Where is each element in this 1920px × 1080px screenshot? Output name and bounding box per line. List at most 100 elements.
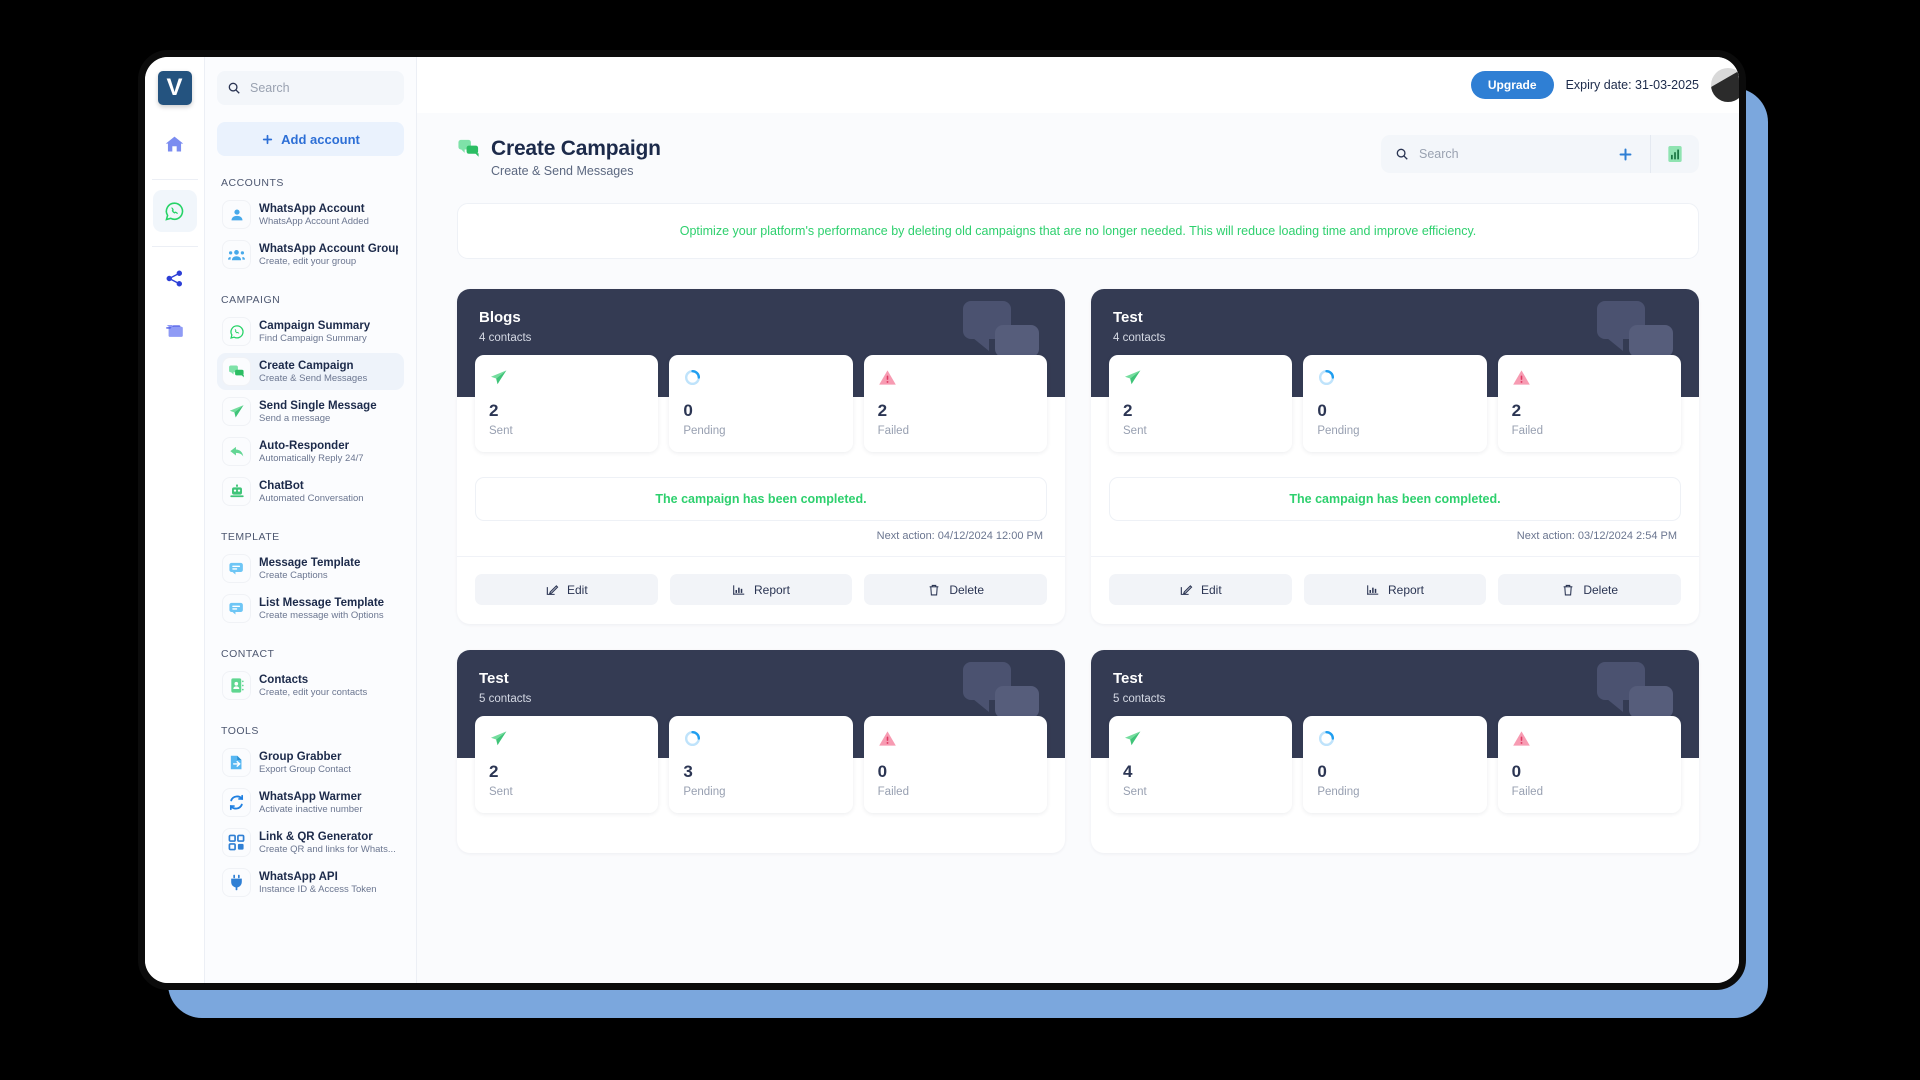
export-file-icon — [223, 749, 250, 776]
sidebar-item-title: Contacts — [259, 673, 309, 686]
campaign-search-input[interactable]: Search — [1381, 147, 1601, 161]
plus-icon — [261, 133, 274, 146]
sidebar-group-label: TOOLS — [221, 725, 259, 737]
stat-failed-value: 2 — [877, 401, 888, 420]
page-title: Create Campaign — [491, 137, 661, 160]
warning-triangle-icon — [878, 729, 1033, 749]
sidebar: Search Add account ACCOUNTS WhatsApp Acco… — [205, 57, 417, 983]
stat-failed-value: 2 — [1511, 401, 1522, 420]
report-button[interactable]: Report — [1303, 574, 1487, 605]
stat-sent-label: Sent — [1123, 425, 1147, 437]
sidebar-item-subtitle: Export Group Contact — [259, 763, 351, 775]
sidebar-item-send-single-message[interactable]: Send Single Message Send a message — [217, 393, 404, 430]
stat-pending: 0 Pending — [1303, 355, 1487, 452]
sidebar-item-title: WhatsApp API — [259, 870, 338, 883]
upgrade-button[interactable]: Upgrade — [1470, 71, 1554, 99]
sidebar-group-label: TEMPLATE — [221, 531, 280, 543]
sidebar-item-auto-responder[interactable]: Auto-Responder Automatically Reply 24/7 — [217, 433, 404, 470]
campaign-status-box: The campaign has been completed. — [1109, 477, 1681, 521]
spinner-icon — [683, 368, 838, 388]
user-icon — [223, 201, 250, 228]
spreadsheet-icon — [1667, 145, 1683, 163]
stat-failed-value: 0 — [877, 762, 888, 781]
avatar[interactable] — [1711, 68, 1739, 102]
rail-item-share[interactable] — [153, 257, 197, 299]
sidebar-item-subtitle: Create QR and links for Whats... — [259, 843, 396, 855]
report-button-label: Report — [1387, 582, 1425, 597]
chat-bubbles-icon — [457, 137, 480, 178]
warning-triangle-icon — [1512, 729, 1667, 749]
campaign-next-action: Next action: 04/12/2024 12:00 PM — [876, 530, 1043, 542]
sidebar-item-chatbot[interactable]: ChatBot Automated Conversation — [217, 473, 404, 510]
sidebar-item-contacts[interactable]: Contacts Create, edit your contacts — [217, 667, 404, 704]
sidebar-group-label: CONTACT — [221, 648, 275, 660]
stat-pending-label: Pending — [683, 425, 726, 437]
stat-pending-label: Pending — [1317, 786, 1360, 798]
sidebar-item-whatsapp-account[interactable]: WhatsApp Account WhatsApp Account Added — [217, 196, 404, 233]
sidebar-item-link-qr-generator[interactable]: Link & QR Generator Create QR and links f… — [217, 824, 404, 861]
sidebar-item-title: Send Single Message — [259, 399, 377, 412]
sidebar-item-title: WhatsApp Account Group — [259, 242, 398, 255]
reply-arrow-icon — [223, 438, 250, 465]
sidebar-search[interactable]: Search — [217, 71, 404, 105]
sidebar-item-list-message-template[interactable]: List Message Template Create message with… — [217, 590, 404, 627]
edit-button[interactable]: Edit — [475, 574, 658, 605]
sidebar-item-subtitle: WhatsApp Account Added — [259, 215, 369, 227]
sidebar-item-whatsapp-warmer[interactable]: WhatsApp Warmer Activate inactive number — [217, 784, 404, 821]
robot-icon — [223, 478, 250, 505]
chat-bubbles-icon — [223, 358, 250, 385]
list-message-icon — [223, 595, 250, 622]
sidebar-item-subtitle: Automated Conversation — [259, 492, 364, 504]
rail-item-home[interactable] — [153, 123, 197, 165]
stat-failed: 0 Failed — [863, 716, 1047, 813]
warning-triangle-icon — [1512, 368, 1667, 388]
add-campaign-button[interactable] — [1601, 146, 1650, 163]
users-icon — [223, 241, 250, 268]
sidebar-item-subtitle: Create & Send Messages — [259, 372, 368, 384]
home-icon — [164, 134, 185, 155]
sidebar-group-label: CAMPAIGN — [221, 294, 281, 306]
export-excel-button[interactable] — [1651, 145, 1699, 163]
stat-pending: 3 Pending — [669, 716, 853, 813]
sidebar-item-subtitle: Create Captions — [259, 569, 328, 581]
campaign-card-actions: Edit Report Delete — [1091, 556, 1699, 624]
delete-button[interactable]: Delete — [864, 574, 1048, 605]
plus-icon — [1617, 146, 1634, 163]
sidebar-item-title: Auto-Responder — [259, 439, 350, 452]
rail-divider — [151, 246, 198, 247]
page-header: Create Campaign Create & Send Messages S — [457, 135, 1699, 178]
delete-button-label: Delete — [949, 582, 985, 597]
edit-button[interactable]: Edit — [1109, 574, 1292, 605]
sidebar-item-subtitle: Send a message — [259, 412, 331, 424]
page-subtitle: Create & Send Messages — [491, 164, 634, 178]
sidebar-item-whatsapp-api[interactable]: WhatsApp API Instance ID & Access Token — [217, 864, 404, 901]
delete-button[interactable]: Delete — [1498, 574, 1682, 605]
campaign-contacts-count: 5 contacts — [479, 693, 532, 705]
sidebar-item-title: List Message Template — [259, 596, 385, 609]
campaign-name: Test — [1113, 309, 1143, 326]
report-button[interactable]: Report — [669, 574, 853, 605]
sidebar-item-group-grabber[interactable]: Group Grabber Export Group Contact — [217, 744, 404, 781]
campaign-name: Test — [1113, 670, 1143, 687]
sidebar-item-subtitle: Instance ID & Access Token — [259, 883, 377, 895]
campaign-card: Test 5 contacts 4 Sent 0 Pending 0 Failed — [1091, 650, 1699, 853]
add-account-button[interactable]: Add account — [217, 122, 404, 156]
sidebar-item-create-campaign[interactable]: Create Campaign Create & Send Messages — [217, 353, 404, 390]
share-icon — [164, 268, 185, 289]
rail-item-whatsapp[interactable] — [152, 190, 197, 232]
campaign-card-grid: Blogs 4 contacts 2 Sent 0 Pending 2 Failed The c… — [457, 289, 1699, 853]
campaign-contacts-count: 5 contacts — [1113, 693, 1166, 705]
campaign-contacts-count: 4 contacts — [479, 332, 532, 344]
campaign-status-box: The campaign has been completed. — [475, 477, 1047, 521]
rail-divider — [151, 179, 198, 180]
sidebar-item-whatsapp-account-group[interactable]: WhatsApp Account Group Create, edit your … — [217, 236, 404, 273]
sidebar-item-message-template[interactable]: Message Template Create Captions — [217, 550, 404, 587]
app-logo[interactable]: V — [157, 71, 192, 105]
main-area: Upgrade Expiry date: 31-03-2025 Create C… — [417, 57, 1739, 983]
sidebar-item-title: Campaign Summary — [259, 319, 371, 332]
sidebar-item-campaign-summary[interactable]: Campaign Summary Find Campaign Summary — [217, 313, 404, 350]
campaign-search-placeholder: Search — [1419, 147, 1459, 161]
rail-item-folder[interactable] — [153, 309, 197, 351]
stat-pending-value: 3 — [683, 762, 693, 781]
paper-plane-icon — [223, 398, 250, 425]
